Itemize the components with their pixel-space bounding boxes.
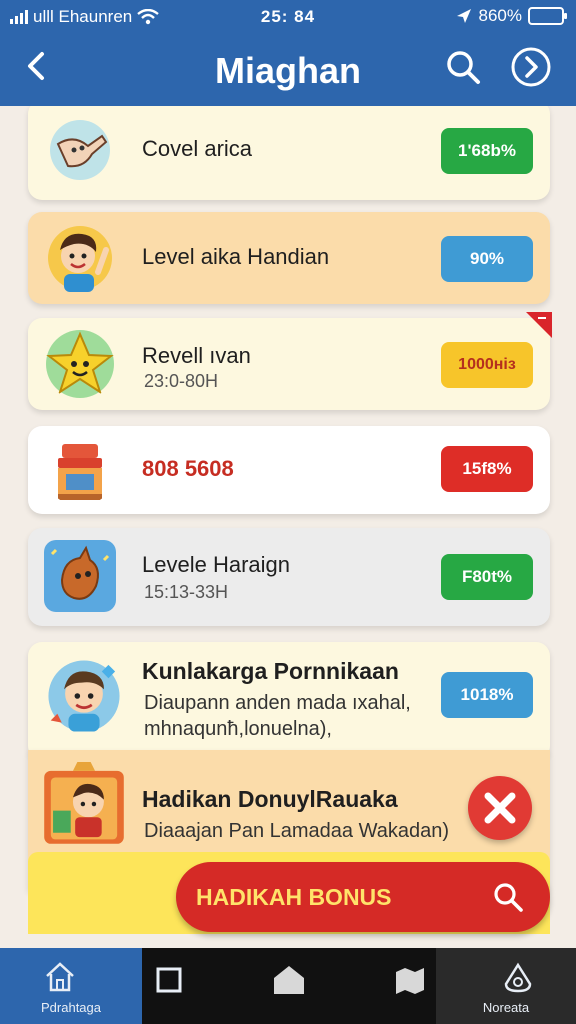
progress-badge[interactable]: 15f8% <box>441 446 533 492</box>
item-title: Level aika Handian <box>142 244 330 269</box>
nav-label: Pdrahtaga <box>41 1000 101 1015</box>
item-title: Covel arica <box>142 136 253 161</box>
drop-icon <box>504 962 532 993</box>
home-icon <box>46 962 74 992</box>
boy-avatar-icon <box>48 226 112 292</box>
item-subtitle: 23:0-80H <box>144 371 219 391</box>
list-item[interactable]: Level aika Handian 90% <box>28 212 550 304</box>
list-item[interactable]: Kunlakarga Pornnikaan Diaupann anden mad… <box>28 642 550 760</box>
level-list: Covel arica 1'68b% Level aika Handian 90… <box>0 106 576 948</box>
close-icon <box>484 792 516 824</box>
nav-item-map[interactable] <box>336 948 436 1024</box>
progress-badge[interactable]: F80t% <box>441 554 533 600</box>
app-screen: ulll Ehaunren 25: 84 860% Miaghan Covel … <box>0 0 576 1024</box>
close-button[interactable] <box>468 776 532 840</box>
item-title: Hadikan DonuylRauaka <box>142 786 398 812</box>
nav-item-home[interactable]: Pdrahtaga <box>0 948 142 1024</box>
item-subtitle: Diaupann anden mada ıxahal, <box>144 692 411 714</box>
item-subtitle-line2: mhnaqunħ,lonuelna), <box>144 718 332 740</box>
new-corner-badge-icon <box>526 312 552 338</box>
nav-item-square[interactable] <box>142 948 240 1024</box>
item-title: Kunlakarga Pornnikaan <box>142 658 399 684</box>
forward-circle-icon[interactable] <box>510 46 552 88</box>
progress-badge[interactable]: 1000ніз <box>441 342 533 388</box>
star-character-icon <box>46 330 114 398</box>
list-item[interactable]: Revell ıvan 23:0-80H 1000ніз <box>28 312 552 410</box>
item-title: Levele Haraign <box>142 552 290 577</box>
item-title: 808 5608 <box>142 456 234 481</box>
page-title: Miaghan <box>214 50 361 91</box>
item-title: Revell ıvan <box>142 343 251 368</box>
list-item[interactable]: Levele Haraign 15:13-33H F80t% <box>28 528 550 626</box>
list-item[interactable]: Covel arica 1'68b% <box>28 106 550 200</box>
list-item[interactable]: 808 5608 15f8% <box>28 426 550 514</box>
square-icon <box>156 967 182 993</box>
bonus-button-label: HADIKAH BONUS <box>196 884 392 910</box>
shop-stall-icon <box>58 444 102 500</box>
item-subtitle: 15:13-33H <box>144 582 229 602</box>
search-icon <box>494 883 523 912</box>
app-header: Miaghan <box>0 34 576 106</box>
item-subtitle: Diaaajan Pan Lamadaa Wakadan) <box>144 820 450 842</box>
battery-icon <box>528 7 567 25</box>
critter-icon <box>44 540 116 612</box>
nav-item-house[interactable] <box>240 948 336 1024</box>
battery-percent: 860% <box>478 6 522 25</box>
nav-item-drop[interactable]: Noreata <box>436 948 576 1024</box>
progress-badge[interactable]: 1018% <box>441 672 533 718</box>
cartoon-character-icon <box>50 120 110 180</box>
location-arrow-icon <box>456 9 471 23</box>
bonus-button[interactable]: HADIKAH BONUS <box>176 862 550 932</box>
search-icon[interactable] <box>442 46 484 88</box>
shop-kid-icon <box>44 762 124 844</box>
nav-label: Noreata <box>482 1000 530 1015</box>
status-bar: ulll Ehaunren 25: 84 860% <box>0 0 576 34</box>
house-filled-icon <box>274 966 304 994</box>
bottom-nav: Pdrahtaga Noreata <box>0 948 576 1024</box>
progress-badge[interactable]: 90% <box>441 236 533 282</box>
kid-avatar-icon <box>48 660 120 732</box>
map-icon <box>396 968 424 994</box>
progress-badge[interactable]: 1'68b% <box>441 128 533 174</box>
status-right: 860% <box>455 6 567 26</box>
